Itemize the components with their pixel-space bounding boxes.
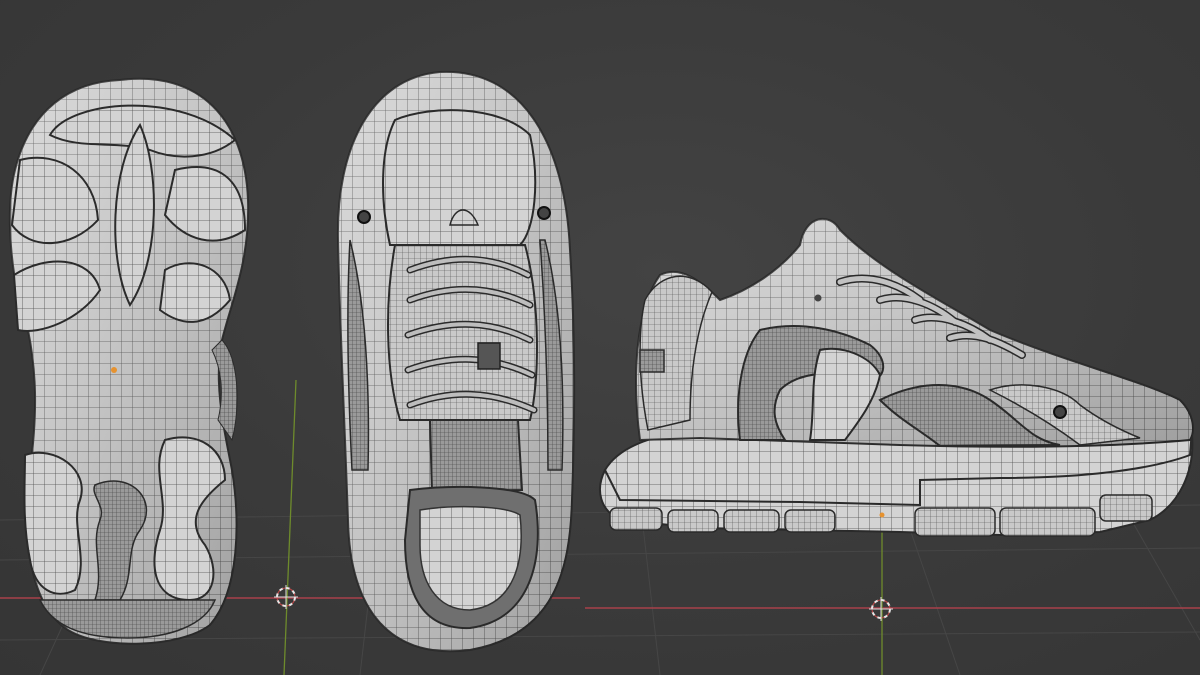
3d-cursor-icon <box>274 585 298 609</box>
origin-point-icon <box>111 367 117 373</box>
origin-point-icon <box>879 512 885 518</box>
3d-viewport[interactable] <box>0 0 1200 675</box>
shoe-top-view[interactable] <box>336 70 576 653</box>
heel-pull-tab <box>639 349 665 373</box>
lace-lock <box>477 342 501 370</box>
3d-cursor-icon <box>869 597 893 621</box>
shoe-sole-bottom-view[interactable] <box>8 77 250 645</box>
shoe-side-view[interactable] <box>599 217 1194 537</box>
y-axis-line <box>283 379 297 675</box>
viewport-canvas[interactable] <box>0 0 1200 675</box>
